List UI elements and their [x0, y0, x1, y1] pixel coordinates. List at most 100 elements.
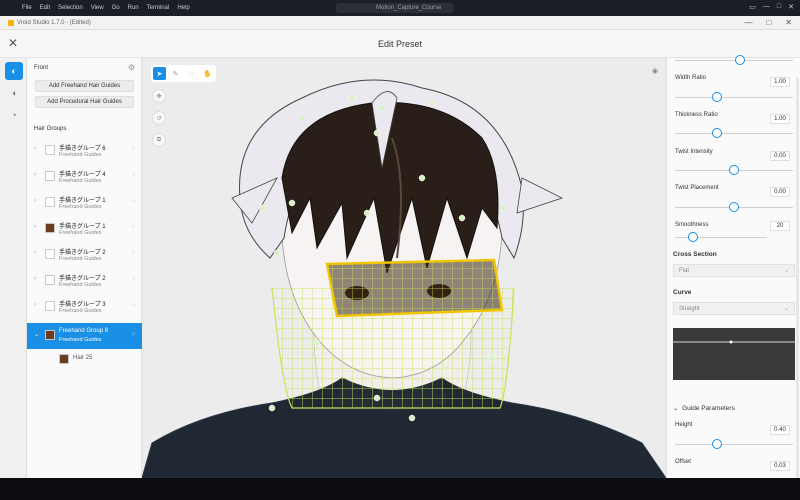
hair-group-row[interactable]: › 手描きグループ 1 Freehand Guides ⁘ [27, 216, 142, 242]
app-maximize-icon[interactable]: □ [766, 18, 771, 27]
param-value[interactable]: 0.03 [770, 461, 790, 471]
slider-thumb[interactable] [712, 92, 723, 102]
twist-intensity-slider[interactable] [675, 165, 793, 175]
group-type: Freehand Guides [59, 282, 102, 288]
menu-view[interactable]: View [91, 5, 104, 11]
app-close-icon[interactable]: ✕ [785, 18, 792, 27]
param-value[interactable]: 0.00 [770, 187, 790, 197]
group-type: Freehand Guides [59, 152, 102, 158]
minimize-icon[interactable]: — [763, 3, 770, 11]
slider-thumb[interactable] [688, 232, 699, 242]
param-value[interactable]: 20 [770, 221, 790, 231]
settings-icon[interactable]: ⚙ [128, 63, 135, 72]
group-name: 手描きグループ 3 [59, 302, 106, 308]
hair-item-row[interactable]: Hair 25 [27, 351, 142, 367]
expand-caret-icon[interactable]: › [34, 302, 36, 308]
3d-viewport[interactable]: ➤ ✎ ◌ ✋ ✥ ↺ ⧉ ◉ [142, 58, 666, 478]
menu-help[interactable]: Help [177, 5, 189, 11]
menu-terminal[interactable]: Terminal [147, 5, 170, 11]
character-render [142, 58, 666, 478]
slider-thumb[interactable] [729, 202, 739, 212]
slider-thumb[interactable] [712, 439, 723, 449]
menu-go[interactable]: Go [112, 5, 120, 11]
maximize-icon[interactable]: □ [777, 3, 781, 11]
twist-placement-slider[interactable] [675, 202, 793, 212]
hand-tool-icon[interactable]: ✋ [201, 67, 214, 80]
expand-caret-icon[interactable]: › [34, 224, 36, 230]
menu-run[interactable]: Run [128, 5, 139, 11]
expand-caret-icon[interactable]: › [34, 198, 36, 204]
visibility-icon[interactable]: ⁘ [131, 146, 136, 153]
param-label: Twist Intensity [675, 149, 713, 155]
visibility-icon[interactable]: ⁘ [131, 302, 136, 309]
scrollbar[interactable] [796, 78, 799, 478]
color-swatch [45, 197, 55, 207]
add-procedural-guides-button[interactable]: Add Procedural Hair Guides [35, 96, 134, 108]
menu-selection[interactable]: Selection [58, 5, 83, 11]
expand-caret-icon[interactable]: › [34, 250, 36, 256]
param-value[interactable]: 1.00 [770, 77, 790, 87]
history-icon[interactable]: ↺ [152, 111, 166, 125]
select-tool-icon[interactable]: ➤ [153, 67, 166, 80]
visibility-icon[interactable]: ⁘ [131, 331, 136, 338]
param-value[interactable]: 1.00 [770, 114, 790, 124]
app-minimize-icon[interactable]: — [744, 18, 752, 27]
side-hair-tab-icon[interactable]: ◖ [5, 84, 23, 102]
hair-group-row[interactable]: › 手描きグループ 4 Freehand Guides ⁘ [27, 164, 142, 190]
menu-edit[interactable]: Edit [40, 5, 50, 11]
group-type: Freehand Guides [59, 230, 102, 236]
smoothness-slider[interactable] [675, 232, 767, 242]
param-value[interactable]: 0.00 [770, 151, 790, 161]
expand-caret-icon[interactable]: › [34, 146, 36, 152]
group-name: 手描きグループ 2 [59, 250, 106, 256]
slider-thumb[interactable] [712, 128, 723, 138]
curve-select[interactable]: Straight ⌄ [673, 302, 795, 315]
close-icon[interactable]: ✕ [788, 3, 794, 11]
visibility-icon[interactable]: ⁘ [131, 172, 136, 179]
add-freehand-guides-button[interactable]: Add Freehand Hair Guides [35, 80, 134, 92]
search-box[interactable]: Motion_Capture_Course [336, 3, 454, 13]
hair-group-row[interactable]: › 手描きグループ 2 Freehand Guides ⁘ [27, 242, 142, 268]
layout-icon[interactable]: ▭ [749, 3, 756, 11]
top-slider-track[interactable] [675, 55, 793, 65]
eraser-tool-icon[interactable]: ◌ [185, 67, 198, 80]
brush-tool-icon[interactable]: ✎ [169, 67, 182, 80]
visibility-icon[interactable]: ⁘ [131, 224, 136, 231]
cross-section-select[interactable]: Flat ⌄ [673, 264, 795, 277]
hair-group-row[interactable]: › 手描きグループ 3 Freehand Guides ⁘ [27, 294, 142, 320]
height-slider[interactable] [675, 439, 793, 449]
expand-caret-icon[interactable]: ⌄ [34, 331, 39, 338]
move-icon[interactable]: ✥ [152, 89, 166, 103]
curve-preview[interactable] [673, 328, 795, 380]
visibility-icon[interactable]: ⁘ [131, 276, 136, 283]
visibility-icon[interactable]: ⁘ [131, 250, 136, 257]
hair-tab-icon[interactable]: ◐ [5, 62, 23, 80]
menu-file[interactable]: File [22, 5, 32, 11]
curve-graph [673, 340, 795, 344]
param-label: Twist Placement [675, 185, 719, 191]
slider-thumb[interactable] [734, 55, 745, 65]
hair-groups-panel: Front ⚙ Add Freehand Hair Guides Add Pro… [27, 58, 142, 478]
back-hair-tab-icon[interactable]: ◔ [5, 106, 23, 124]
os-menu: File Edit Selection View Go Run Terminal… [22, 5, 190, 11]
width-ratio-slider[interactable] [675, 92, 793, 102]
hair-group-row[interactable]: › 手描きグループ 6 Freehand Guides ⁘ [27, 138, 142, 164]
param-value[interactable]: 0.40 [770, 425, 790, 435]
app-logo-icon [8, 19, 14, 26]
section-title: Front [34, 65, 49, 71]
hair-group-row-selected[interactable]: ⌄ Freehand Group 8 Freehand Guides ⁘ [27, 323, 142, 349]
guide-parameters-label: Guide Parameters [682, 405, 735, 412]
group-name: 手描きグループ 4 [59, 172, 106, 178]
group-name: 手描きグループ 1 [59, 224, 106, 230]
tool-strip: ◐ ◖ ◔ [0, 58, 27, 478]
hair-group-row[interactable]: › 手描きグループ 1 Freehand Guides ⁘ [27, 190, 142, 216]
camera-icon[interactable]: ◉ [652, 67, 658, 75]
hair-group-row[interactable]: › 手描きグループ 2 Freehand Guides ⁘ [27, 268, 142, 294]
visibility-icon[interactable]: ⁘ [131, 198, 136, 205]
mirror-icon[interactable]: ⧉ [152, 133, 166, 147]
expand-caret-icon[interactable]: › [34, 172, 36, 178]
expand-caret-icon[interactable]: › [34, 276, 36, 282]
slider-thumb[interactable] [729, 165, 739, 175]
thickness-ratio-slider[interactable] [675, 128, 793, 138]
guide-parameters-header[interactable]: ⌄ Guide Parameters [673, 404, 735, 412]
